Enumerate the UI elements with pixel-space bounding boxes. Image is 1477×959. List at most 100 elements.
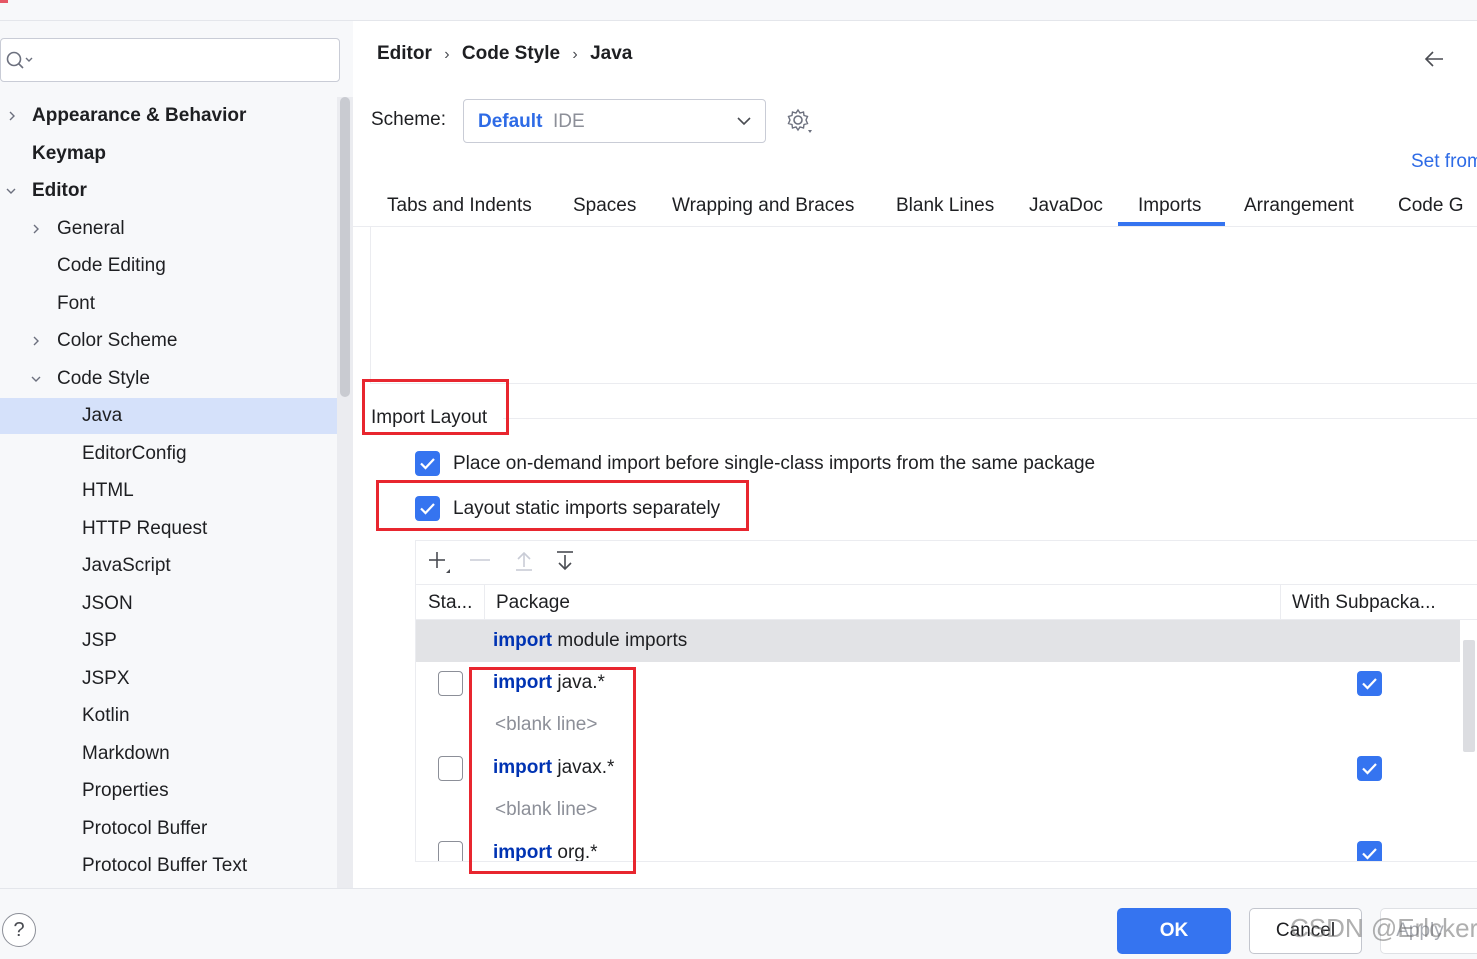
chevron-down-icon [737, 117, 751, 126]
sidebar-item-protocol-buffer-text[interactable]: Protocol Buffer Text [0, 848, 337, 884]
sidebar-item-label: HTTP Request [82, 518, 208, 539]
tab-blank-lines[interactable]: Blank Lines [896, 186, 994, 227]
sidebar-item-label: Font [57, 293, 96, 314]
table-scrollbar[interactable] [1460, 620, 1477, 861]
import-keyword: import [493, 630, 553, 651]
on-demand-before-single-checkbox[interactable] [415, 451, 440, 476]
remove-icon[interactable] [468, 549, 492, 573]
tab-imports[interactable]: Imports [1138, 186, 1201, 227]
sidebar-item-java[interactable]: Java [0, 398, 337, 434]
breadcrumb-separator: › [444, 46, 450, 63]
with-subpackages-checkbox[interactable] [1357, 756, 1382, 781]
sidebar-item-code-style[interactable]: Code Style [0, 361, 337, 397]
checkmark-icon [1362, 848, 1377, 860]
tab-tabs-and-indents[interactable]: Tabs and Indents [387, 186, 532, 227]
sidebar-item-jspx[interactable]: JSPX [0, 661, 337, 697]
static-checkbox[interactable] [438, 756, 463, 781]
sidebar-item-label: Markdown [82, 743, 170, 764]
on-demand-before-single-label[interactable]: Place on-demand import before single-cla… [453, 453, 1095, 475]
column-divider[interactable] [484, 585, 485, 620]
back-arrow-icon[interactable] [1423, 49, 1447, 69]
search-input[interactable] [0, 38, 340, 82]
sidebar-item-label: JSP [82, 630, 117, 651]
sidebar-item-label: JSON [82, 593, 133, 614]
sidebar-item-code-editing[interactable]: Code Editing [0, 248, 337, 284]
table-scrollbar-thumb[interactable] [1463, 640, 1475, 752]
sidebar-item-javascript[interactable]: JavaScript [0, 548, 337, 584]
sidebar-item-keymap[interactable]: Keymap [0, 136, 337, 172]
search-icon [6, 51, 33, 69]
scheme-kind: IDE [553, 111, 585, 132]
table-header: Sta... Package With Subpacka... [416, 584, 1477, 620]
breadcrumb-item: Java [590, 43, 633, 64]
sidebar-item-html[interactable]: HTML [0, 473, 337, 509]
sidebar-item-label: EditorConfig [82, 443, 187, 464]
sidebar-item-label: Protocol Buffer Text [82, 855, 248, 876]
chevron-right-icon[interactable] [31, 224, 41, 234]
chevron-down-icon[interactable] [6, 186, 16, 196]
add-icon[interactable] [426, 549, 454, 577]
sidebar-item-jsp[interactable]: JSP [0, 623, 337, 659]
sidebar-item-editor[interactable]: Editor [0, 173, 337, 209]
with-subpackages-checkbox[interactable] [1357, 841, 1382, 861]
sidebar-item-label: JSPX [82, 668, 130, 689]
ok-button[interactable]: OK [1117, 908, 1231, 954]
set-from-link[interactable]: Set from [1411, 151, 1477, 173]
tab-wrapping-and-braces[interactable]: Wrapping and Braces [672, 186, 854, 227]
sidebar-item-label: Code Editing [57, 255, 166, 276]
sidebar-item-label: Code Style [57, 368, 150, 389]
checkmark-icon [1362, 763, 1377, 775]
settings-content: Editor › Code Style › Java Scheme: Default I… [353, 21, 1477, 888]
sidebar-item-label: General [57, 218, 125, 239]
breadcrumb: Editor › Code Style › Java [377, 43, 632, 65]
sidebar-item-json[interactable]: JSON [0, 586, 337, 622]
tab-code-generation[interactable]: Code G [1398, 186, 1477, 227]
sidebar-item-label: Protocol Buffer [82, 818, 208, 839]
sidebar-item-label: Editor [32, 180, 87, 201]
sidebar-item-http-request[interactable]: HTTP Request [0, 511, 337, 547]
sidebar-item-font[interactable]: Font [0, 286, 337, 322]
static-checkbox[interactable] [438, 841, 463, 861]
active-tab-indicator [1118, 222, 1225, 226]
gear-icon[interactable] [786, 108, 814, 136]
move-down-icon[interactable] [553, 549, 577, 573]
table-row[interactable]: import module imports [416, 620, 1460, 662]
sidebar-item-color-scheme[interactable]: Color Scheme [0, 323, 337, 359]
sidebar-item-properties[interactable]: Properties [0, 773, 337, 809]
sidebar-item-editorconfig[interactable]: EditorConfig [0, 436, 337, 472]
column-header-package[interactable]: Package [496, 585, 570, 620]
help-button[interactable]: ? [2, 913, 36, 947]
highlight-box [376, 480, 749, 531]
tab-arrangement[interactable]: Arrangement [1244, 186, 1354, 227]
sidebar-item-label: Keymap [32, 143, 106, 164]
with-subpackages-checkbox[interactable] [1357, 671, 1382, 696]
sidebar-item-label: HTML [82, 480, 134, 501]
static-checkbox[interactable] [438, 671, 463, 696]
breadcrumb-separator: › [572, 46, 578, 63]
title-bar [0, 0, 1477, 21]
move-up-icon[interactable] [512, 549, 536, 573]
sidebar-item-appearance-behavior[interactable]: Appearance & Behavior [0, 98, 337, 134]
column-header-subpackages[interactable]: With Subpacka... [1292, 585, 1436, 620]
chevron-right-icon[interactable] [7, 111, 17, 121]
tab-javadoc[interactable]: JavaDoc [1029, 186, 1103, 227]
sidebar-item-label: Appearance & Behavior [32, 105, 247, 126]
pane-divider [370, 227, 371, 383]
sidebar-item-markdown[interactable]: Markdown [0, 736, 337, 772]
chevron-down-icon[interactable] [31, 374, 41, 384]
sidebar-item-kotlin[interactable]: Kotlin [0, 698, 337, 734]
sidebar-item-label: Java [82, 405, 123, 426]
sidebar-scrollbar-thumb[interactable] [340, 97, 350, 397]
sidebar-item-label: Kotlin [82, 705, 130, 726]
code-style-tabs: Tabs and Indents Spaces Wrapping and Bra… [353, 186, 1477, 227]
chevron-right-icon[interactable] [31, 336, 41, 346]
sidebar-item-general[interactable]: General [0, 211, 337, 247]
column-divider[interactable] [1280, 585, 1281, 620]
sidebar-item-protocol-buffer[interactable]: Protocol Buffer [0, 811, 337, 847]
breadcrumb-item[interactable]: Code Style [462, 43, 560, 64]
dialog-footer: ? OK Cancel Apply CSDN @Erlcker [0, 888, 1477, 959]
tab-spaces[interactable]: Spaces [573, 186, 636, 227]
column-header-static[interactable]: Sta... [428, 585, 472, 620]
breadcrumb-item[interactable]: Editor [377, 43, 432, 64]
scheme-dropdown[interactable]: Default IDE [463, 99, 766, 143]
